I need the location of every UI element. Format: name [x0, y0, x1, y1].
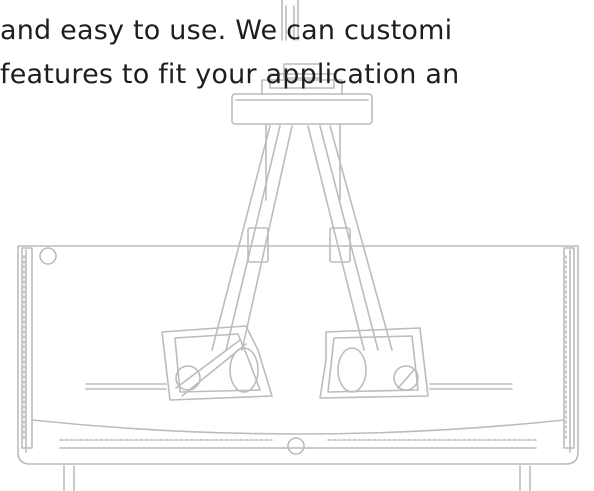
body-text-line-2: features to fit your application an [0, 59, 460, 90]
body-text-line-1: and easy to use. We can customi [0, 15, 453, 46]
